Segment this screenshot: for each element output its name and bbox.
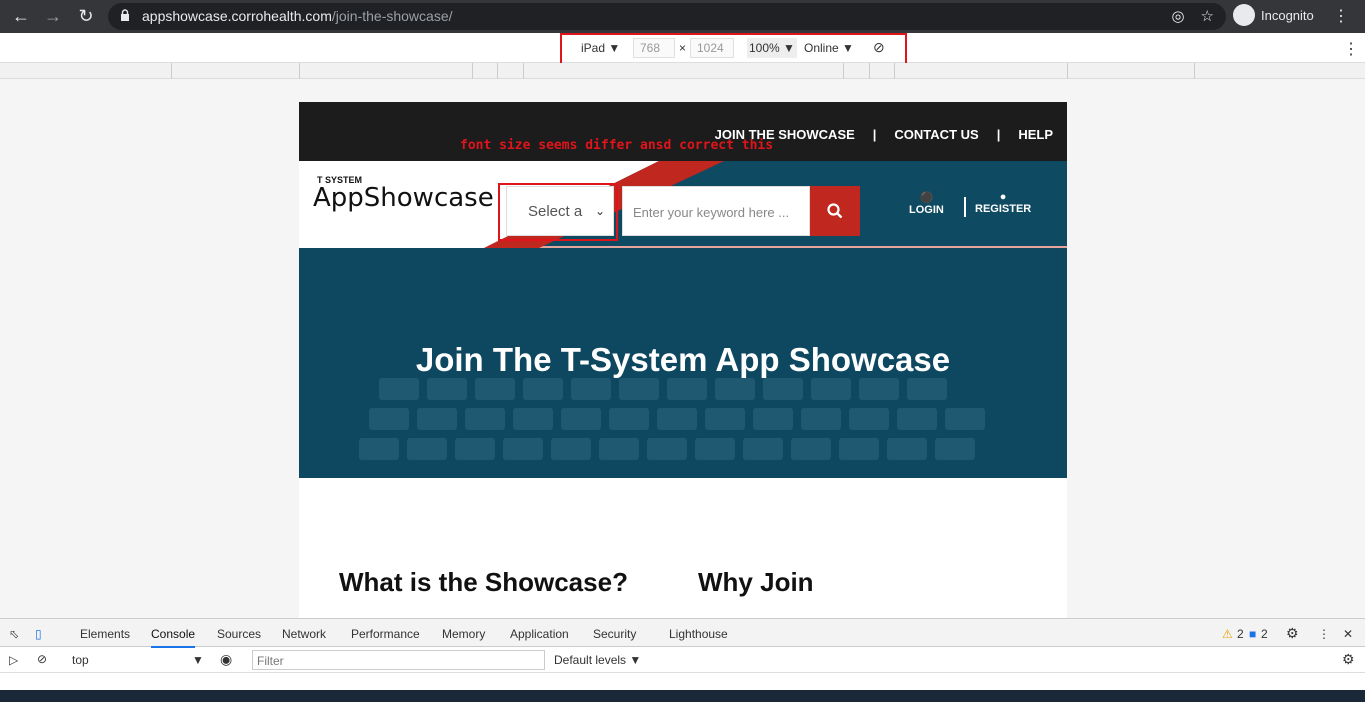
tab-console[interactable]: Console (151, 627, 196, 648)
browser-toolbar: ← → ↻ appshowcase.corrohealth.com/join-t… (0, 0, 1365, 33)
address-bar[interactable]: appshowcase.corrohealth.com/join-the-sho… (108, 3, 1226, 30)
register-link[interactable]: ● REGISTER (975, 191, 1031, 215)
os-taskbar (0, 690, 1365, 702)
nav-separator: | (872, 127, 877, 142)
incognito-badge[interactable]: Incognito (1233, 4, 1314, 26)
message-icon[interactable]: ■ (1249, 627, 1256, 641)
tab-memory[interactable]: Memory (442, 627, 485, 641)
hero-banner: Join The T-System App Showcase (299, 248, 1067, 478)
site-logo[interactable]: AppShowcase (313, 183, 494, 213)
register-label: REGISTER (975, 203, 1032, 215)
devtools-panel: ⬁ ▯ Elements Console Sources Network Per… (0, 618, 1365, 690)
forward-icon[interactable]: → (38, 1, 68, 31)
device-toggle-icon[interactable]: ▯ (35, 627, 42, 641)
incognito-label: Incognito (1261, 7, 1314, 23)
message-count: 2 (1261, 627, 1268, 641)
filter-input[interactable]: Filter (252, 650, 545, 670)
login-link[interactable]: ⚫ LOGIN (909, 191, 944, 216)
tracking-eye-off-icon[interactable]: ◎ (1171, 7, 1184, 25)
showcase-site: JOIN THE SHOWCASE | CONTACT US | HELP fo… (299, 102, 1067, 618)
tab-lighthouse[interactable]: Lighthouse (669, 627, 728, 641)
tab-security[interactable]: Security (593, 627, 636, 641)
user-icon: ● (999, 191, 1007, 203)
section-heading-why: Why Join (698, 567, 814, 597)
devtools-menu-icon[interactable]: ⋮ (1318, 627, 1330, 641)
nav-help[interactable]: HELP (1018, 127, 1053, 142)
review-annotation: font size seems differ ansd correct this (460, 138, 774, 153)
hero-title: Join The T-System App Showcase (415, 341, 951, 378)
tab-application[interactable]: Application (510, 627, 569, 641)
close-icon[interactable]: ✕ (1343, 627, 1353, 641)
tab-performance[interactable]: Performance (351, 627, 420, 641)
devtools-tab-bar: ⬁ ▯ Elements Console Sources Network Per… (0, 619, 1365, 648)
login-label: LOGIN (909, 204, 944, 216)
reload-icon[interactable]: ↻ (71, 1, 101, 31)
chrome-menu-icon[interactable]: ⋮ (1333, 6, 1349, 26)
device-toolbar-menu-icon[interactable]: ⋮ (1343, 39, 1359, 59)
tab-network[interactable]: Network (282, 627, 326, 641)
eye-icon[interactable]: ◉ (220, 651, 232, 668)
site-header: T SYSTEM AppShowcase Select a ⌄ Enter yo… (299, 161, 1067, 248)
bookmark-star-icon[interactable]: ☆ (1201, 7, 1214, 25)
media-query-ruler (0, 63, 1365, 79)
console-settings-icon[interactable]: ⚙ (1342, 651, 1355, 668)
nav-separator: | (996, 127, 1001, 142)
settings-gear-icon[interactable]: ⚙ (1286, 625, 1299, 642)
page-viewport: JOIN THE SHOWCASE | CONTACT US | HELP fo… (0, 79, 1365, 618)
search-icon (827, 203, 843, 219)
url-text: appshowcase.corrohealth.com/join-the-sho… (142, 8, 453, 24)
tab-elements[interactable]: Elements (80, 627, 130, 641)
log-levels-select[interactable]: Default levels ▼ (554, 653, 641, 667)
nav-contact-us[interactable]: CONTACT US (894, 127, 978, 142)
warning-count: 2 (1237, 627, 1244, 641)
search-button[interactable] (810, 186, 860, 236)
search-input[interactable]: Enter your keyword here ... (622, 186, 810, 236)
clear-console-icon[interactable]: ⊘ (37, 652, 47, 666)
lock-icon: ⚫ (919, 192, 934, 204)
section-heading-what: What is the Showcase? (339, 567, 628, 597)
tab-sources[interactable]: Sources (217, 627, 261, 641)
sidebar-toggle-icon[interactable]: ▷ (9, 653, 18, 667)
inspect-element-icon[interactable]: ⬁ (9, 627, 19, 641)
context-select[interactable]: top (72, 653, 89, 667)
back-icon[interactable]: ← (6, 1, 36, 31)
annotation-box-select (498, 183, 618, 241)
keyboard-background-image (359, 378, 985, 460)
site-top-nav: JOIN THE SHOWCASE | CONTACT US | HELP fo… (299, 102, 1067, 161)
auth-separator (964, 197, 966, 217)
lock-icon (121, 9, 129, 21)
incognito-icon (1233, 4, 1255, 26)
console-toolbar: ▷ ⊘ top ▼ ◉ Filter Default levels ▼ ⚙ (0, 647, 1365, 673)
chevron-down-icon: ▼ (192, 653, 204, 667)
warning-icon[interactable]: ⚠ (1222, 627, 1233, 641)
